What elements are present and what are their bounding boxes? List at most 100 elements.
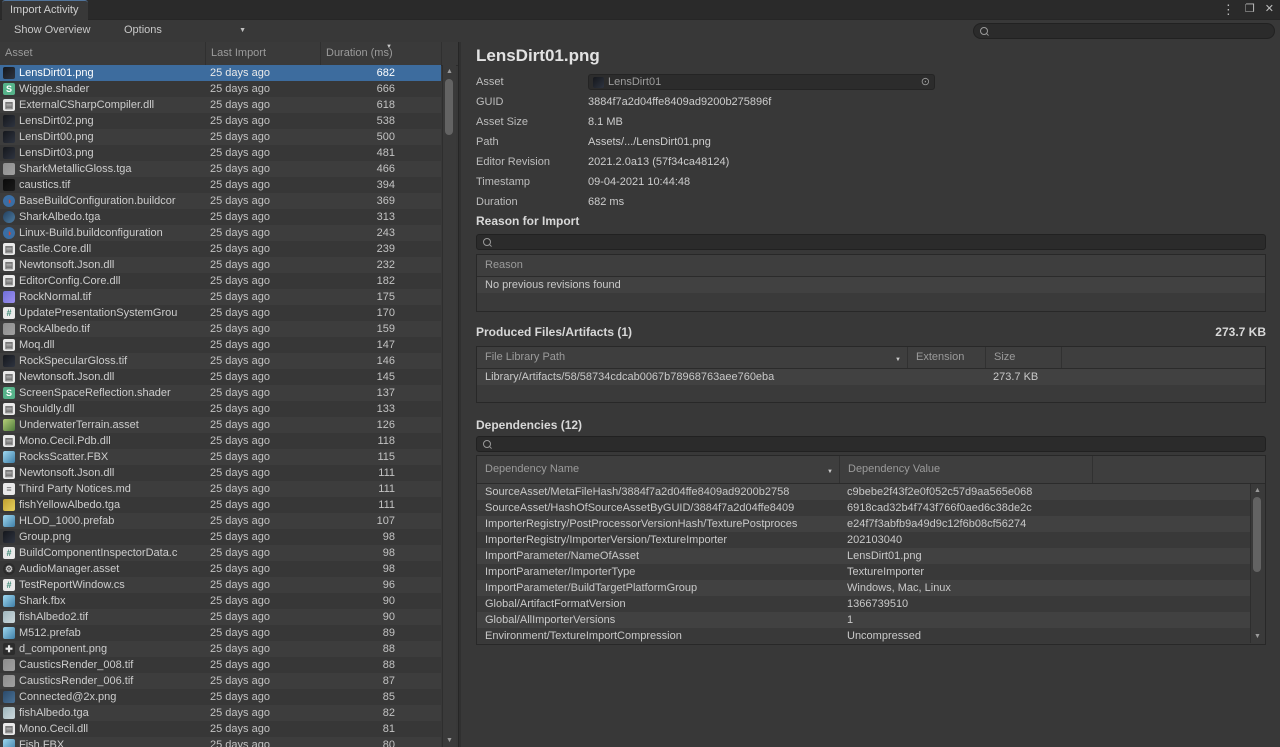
table-row[interactable]: LensDirt01.png25 days ago682 <box>0 65 441 81</box>
duration-cell: 369 <box>320 193 441 209</box>
scroll-down-icon[interactable]: ▼ <box>1251 631 1264 642</box>
scroll-up-icon[interactable]: ▲ <box>443 66 456 77</box>
asset-object-field[interactable]: LensDirt01⊙ <box>588 74 935 90</box>
dependencies-search-input[interactable] <box>496 438 1259 450</box>
table-row[interactable]: #UpdatePresentationSystemGrou25 days ago… <box>0 305 441 321</box>
column-header-size[interactable]: Size <box>985 347 1061 368</box>
table-row[interactable]: SourceAsset/MetaFileHash/3884f7a2d04ffe8… <box>477 484 1251 500</box>
scrollbar-thumb[interactable] <box>445 79 453 135</box>
table-row[interactable]: ImportParameter/ImporterTypeTextureImpor… <box>477 564 1251 580</box>
table-row[interactable]: ▤Newtonsoft.Json.dll25 days ago145 <box>0 369 441 385</box>
asset-name: BaseBuildConfiguration.buildcor <box>19 193 176 209</box>
table-row[interactable]: #BuildComponentInspectorData.c25 days ag… <box>0 545 441 561</box>
column-header-last-import[interactable]: Last Import <box>205 42 320 65</box>
script-icon: # <box>3 307 15 319</box>
table-row[interactable]: ✚d_component.png25 days ago88 <box>0 641 441 657</box>
toolbar-search-input[interactable] <box>993 25 1268 37</box>
table-row[interactable]: ▤Shouldly.dll25 days ago133 <box>0 401 441 417</box>
table-row[interactable]: UnderwaterTerrain.asset25 days ago126 <box>0 417 441 433</box>
table-row[interactable]: Group.png25 days ago98 <box>0 529 441 545</box>
table-row[interactable]: RockAlbedo.tif25 days ago159 <box>0 321 441 337</box>
reason-column-header[interactable]: Reason <box>477 255 1265 276</box>
dependencies-search[interactable] <box>476 436 1266 452</box>
table-row[interactable]: ▤ExternalCSharpCompiler.dll25 days ago61… <box>0 97 441 113</box>
table-row[interactable]: SharkAlbedo.tga25 days ago313 <box>0 209 441 225</box>
table-row[interactable]: RockSpecularGloss.tif25 days ago146 <box>0 353 441 369</box>
table-row[interactable]: RockNormal.tif25 days ago175 <box>0 289 441 305</box>
table-row[interactable]: ▤Mono.Cecil.Pdb.dll25 days ago118 <box>0 433 441 449</box>
scroll-up-icon[interactable]: ▲ <box>1251 485 1264 496</box>
column-header-extension[interactable]: Extension <box>907 347 985 368</box>
table-row[interactable]: Fish.FBX25 days ago80 <box>0 737 441 747</box>
asset-name: LensDirt01.png <box>19 65 94 81</box>
table-row[interactable]: LensDirt00.png25 days ago500 <box>0 129 441 145</box>
scroll-down-icon[interactable]: ▼ <box>443 735 456 746</box>
reason-search[interactable] <box>476 234 1266 250</box>
table-row[interactable]: caustics.tif25 days ago394 <box>0 177 441 193</box>
asset-name-cell: ▤EditorConfig.Core.dll <box>0 273 205 289</box>
duration-cell: 146 <box>320 353 441 369</box>
close-icon[interactable]: ✕ <box>1265 2 1274 17</box>
table-row[interactable]: ▤EditorConfig.Core.dll25 days ago182 <box>0 273 441 289</box>
column-header-duration[interactable]: Duration (ms) <box>320 42 441 65</box>
duration-cell: 618 <box>320 97 441 113</box>
table-row[interactable]: M512.prefab25 days ago89 <box>0 625 441 641</box>
dll-icon: ▤ <box>3 99 15 111</box>
table-row[interactable]: ≡Third Party Notices.md25 days ago111 <box>0 481 441 497</box>
table-row[interactable]: ▤Mono.Cecil.dll25 days ago81 <box>0 721 441 737</box>
menu-icon[interactable]: ⋮ <box>1222 2 1235 17</box>
column-header-spacer <box>1061 347 1265 368</box>
table-row[interactable]: LensDirt03.png25 days ago481 <box>0 145 441 161</box>
table-row[interactable]: ⚙AudioManager.asset25 days ago98 <box>0 561 441 577</box>
options-dropdown[interactable]: Options ▼ <box>118 23 252 37</box>
column-header-asset[interactable]: Asset <box>0 42 205 65</box>
toolbar-search[interactable] <box>973 23 1275 39</box>
table-row[interactable]: Connected@2x.png25 days ago85 <box>0 689 441 705</box>
asset-name: Third Party Notices.md <box>19 481 131 497</box>
asset-name: UpdatePresentationSystemGrou <box>19 305 177 321</box>
table-row[interactable]: CausticsRender_008.tif25 days ago88 <box>0 657 441 673</box>
show-overview-button[interactable]: Show Overview <box>8 23 96 37</box>
table-row[interactable]: Shark.fbx25 days ago90 <box>0 593 441 609</box>
table-row[interactable]: ImporterRegistry/ImporterVersion/Texture… <box>477 532 1251 548</box>
table-row[interactable]: Global/AllImporterVersions1 <box>477 612 1251 628</box>
table-row[interactable]: ▤Moq.dll25 days ago147 <box>0 337 441 353</box>
table-row[interactable]: ImportParameter/NameOfAssetLensDirt01.pn… <box>477 548 1251 564</box>
column-header-dependency-value[interactable]: Dependency Value <box>839 456 1092 483</box>
reason-row[interactable]: No previous revisions found <box>477 277 1265 293</box>
table-row[interactable]: SWiggle.shader25 days ago666 <box>0 81 441 97</box>
object-picker-icon[interactable]: ⊙ <box>921 75 930 89</box>
table-row[interactable]: #TestReportWindow.cs25 days ago96 <box>0 577 441 593</box>
dependencies-scrollbar[interactable]: ▲ ▼ <box>1250 484 1264 643</box>
buildconfig-icon: ◑ <box>3 227 15 239</box>
asset-name-cell: Fish.FBX <box>0 737 205 747</box>
table-row[interactable]: Global/ArtifactFormatVersion1366739510 <box>477 596 1251 612</box>
table-row[interactable]: LensDirt02.png25 days ago538 <box>0 113 441 129</box>
table-row[interactable]: ImporterRegistry/PostProcessorVersionHas… <box>477 516 1251 532</box>
table-row[interactable]: SourceAsset/HashOfSourceAssetByGUID/3884… <box>477 500 1251 516</box>
table-row[interactable]: fishYellowAlbedo.tga25 days ago111 <box>0 497 441 513</box>
scrollbar-thumb[interactable] <box>1253 497 1261 572</box>
produced-row[interactable]: Library/Artifacts/58/58734cdcab0067b7896… <box>477 369 1265 385</box>
column-header-file-library-path[interactable]: File Library Path <box>477 347 907 368</box>
table-row[interactable]: fishAlbedo2.tif25 days ago90 <box>0 609 441 625</box>
table-row[interactable]: ▤Newtonsoft.Json.dll25 days ago232 <box>0 257 441 273</box>
maximize-icon[interactable]: ❐ <box>1245 2 1255 17</box>
duration-cell: 98 <box>320 561 441 577</box>
table-row[interactable]: ◑Linux-Build.buildconfiguration25 days a… <box>0 225 441 241</box>
asset-list-scrollbar[interactable]: ▲ ▼ <box>442 65 456 747</box>
table-row[interactable]: ▤Castle.Core.dll25 days ago239 <box>0 241 441 257</box>
table-row[interactable]: HLOD_1000.prefab25 days ago107 <box>0 513 441 529</box>
reason-search-input[interactable] <box>496 236 1259 248</box>
table-row[interactable]: SScreenSpaceReflection.shader25 days ago… <box>0 385 441 401</box>
table-row[interactable]: ▤Newtonsoft.Json.dll25 days ago111 <box>0 465 441 481</box>
table-row[interactable]: ImportParameter/BuildTargetPlatformGroup… <box>477 580 1251 596</box>
table-row[interactable]: fishAlbedo.tga25 days ago82 <box>0 705 441 721</box>
last-import-cell: 25 days ago <box>205 273 320 289</box>
table-row[interactable]: CausticsRender_006.tif25 days ago87 <box>0 673 441 689</box>
table-row[interactable]: RocksScatter.FBX25 days ago115 <box>0 449 441 465</box>
column-header-dependency-name[interactable]: Dependency Name <box>477 456 839 483</box>
table-row[interactable]: SharkMetallicGloss.tga25 days ago466 <box>0 161 441 177</box>
table-row[interactable]: ◑BaseBuildConfiguration.buildcor25 days … <box>0 193 441 209</box>
table-row[interactable]: Environment/TextureImportCompressionUnco… <box>477 628 1251 643</box>
